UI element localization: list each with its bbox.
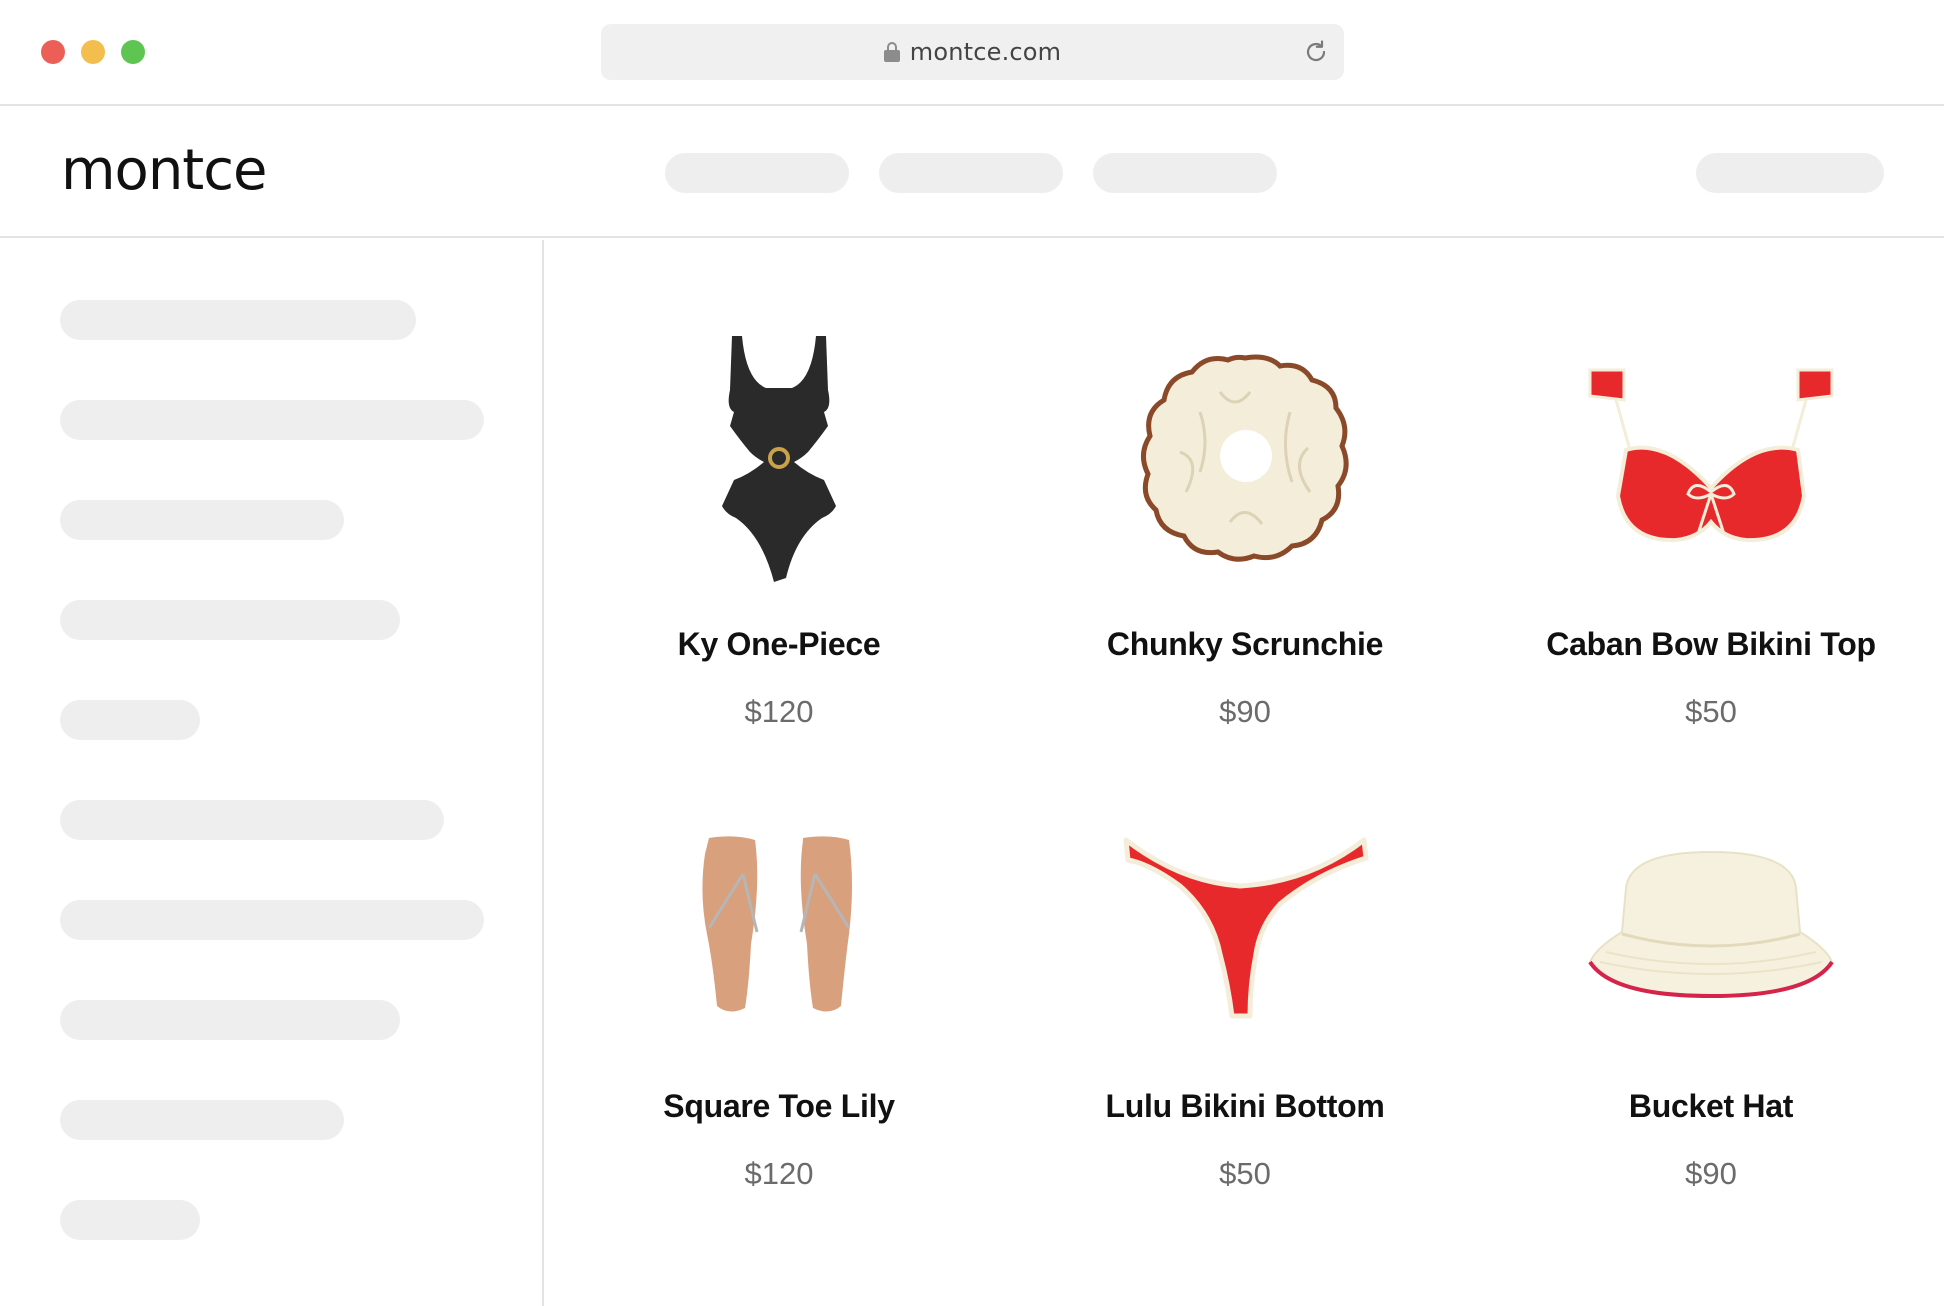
header-action-placeholder[interactable] xyxy=(1696,153,1884,193)
product-card[interactable]: Bucket Hat $90 xyxy=(1501,830,1921,1250)
address-bar[interactable]: montce.com xyxy=(601,24,1344,80)
reload-icon[interactable] xyxy=(1302,38,1330,66)
sidebar-item-placeholder[interactable] xyxy=(60,700,200,740)
site-header: montce xyxy=(0,108,1944,238)
sidebar-item-placeholder[interactable] xyxy=(60,500,344,540)
bucket-hat-image xyxy=(1588,850,1834,998)
product-name[interactable]: Caban Bow Bikini Top xyxy=(1501,626,1921,663)
product-name[interactable]: Square Toe Lily xyxy=(569,1088,989,1125)
product-card[interactable]: Square Toe Lily $120 xyxy=(569,830,989,1250)
product-price: $120 xyxy=(744,694,814,729)
sidebar-item-placeholder[interactable] xyxy=(60,800,444,840)
sidebar-item-placeholder[interactable] xyxy=(60,900,484,940)
product-name[interactable]: Bucket Hat xyxy=(1501,1088,1921,1125)
bikini-bottom-image xyxy=(1123,837,1369,1019)
site-logo[interactable]: montce xyxy=(61,138,268,203)
product-price: $90 xyxy=(1685,1156,1737,1191)
product-card[interactable]: Lulu Bikini Bottom $50 xyxy=(1035,830,1455,1250)
product-price: $50 xyxy=(1219,1156,1271,1191)
product-price: $90 xyxy=(1219,694,1271,729)
url-text: montce.com xyxy=(909,38,1062,66)
sidebar xyxy=(0,240,544,1306)
minimize-window-button[interactable] xyxy=(81,40,105,64)
product-card[interactable]: Chunky Scrunchie $90 xyxy=(1035,330,1455,750)
sidebar-item-placeholder[interactable] xyxy=(60,1000,400,1040)
flip-flops-image xyxy=(702,836,852,1012)
sidebar-item-placeholder[interactable] xyxy=(60,600,400,640)
product-name[interactable]: Chunky Scrunchie xyxy=(1035,626,1455,663)
lock-icon xyxy=(883,42,900,62)
sidebar-item-placeholder[interactable] xyxy=(60,300,416,340)
nav-item-placeholder[interactable] xyxy=(879,153,1063,193)
close-window-button[interactable] xyxy=(41,40,65,64)
browser-chrome: montce.com xyxy=(0,0,1944,106)
product-name[interactable]: Lulu Bikini Bottom xyxy=(1035,1088,1455,1125)
one-piece-swimsuit-image xyxy=(722,336,836,582)
sidebar-item-placeholder[interactable] xyxy=(60,1200,200,1240)
product-name[interactable]: Ky One-Piece xyxy=(569,626,989,663)
maximize-window-button[interactable] xyxy=(121,40,145,64)
nav-item-placeholder[interactable] xyxy=(665,153,849,193)
product-card[interactable]: Caban Bow Bikini Top $50 xyxy=(1501,330,1921,750)
product-price: $120 xyxy=(744,1156,814,1191)
product-price: $50 xyxy=(1685,694,1737,729)
bikini-top-image xyxy=(1588,368,1834,543)
sidebar-item-placeholder[interactable] xyxy=(60,1100,344,1140)
nav-item-placeholder[interactable] xyxy=(1093,153,1277,193)
scrunchie-image xyxy=(1141,354,1349,562)
product-card[interactable]: Ky One-Piece $120 xyxy=(569,330,989,750)
sidebar-item-placeholder[interactable] xyxy=(60,400,484,440)
